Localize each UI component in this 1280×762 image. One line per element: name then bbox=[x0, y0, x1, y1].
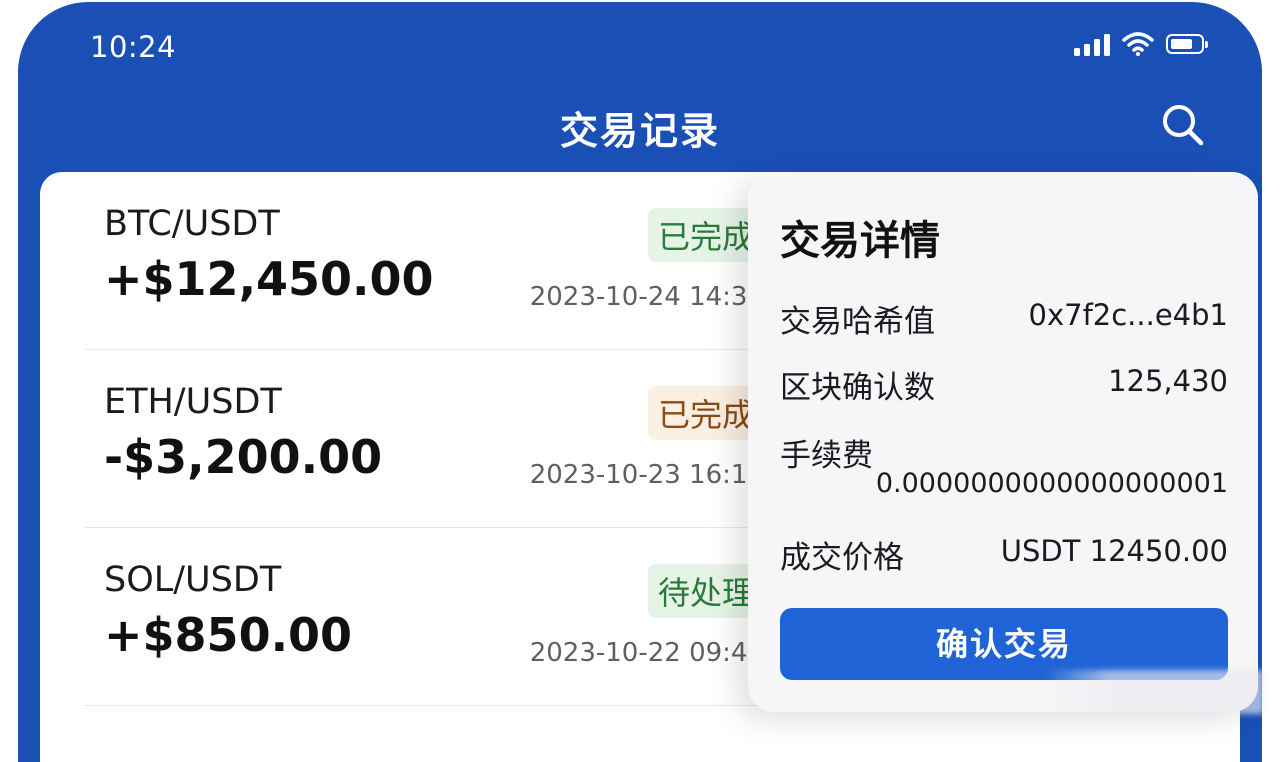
hash-row: 交易哈希值 0x7f2c...e4b1 bbox=[780, 296, 1228, 346]
amount: -$3,200.00 bbox=[104, 430, 382, 484]
amount: +$12,450.00 bbox=[104, 252, 434, 306]
status-bar: 10:24 bbox=[18, 2, 1262, 92]
price-label: 成交价格 bbox=[780, 532, 904, 577]
status-badge: 待处理 bbox=[648, 564, 764, 618]
list-item[interactable]: ETH/USDT -$3,200.00 已完成 2023-10-23 16:15 bbox=[84, 350, 784, 528]
detail-title: 交易详情 bbox=[780, 208, 940, 266]
trading-pair: ETH/USDT bbox=[104, 382, 282, 422]
timestamp: 2023-10-23 16:15 bbox=[530, 460, 764, 490]
hash-value: 0x7f2c...e4b1 bbox=[1029, 298, 1228, 332]
phone-screen: 10:24 交易记录 BTC bbox=[18, 2, 1262, 762]
transaction-detail-panel: 交易详情 交易哈希值 0x7f2c...e4b1 区块确认数 125,430 手… bbox=[748, 172, 1258, 712]
trading-pair: SOL/USDT bbox=[104, 560, 281, 600]
confirmations-value: 125,430 bbox=[1108, 364, 1228, 398]
trading-pair: BTC/USDT bbox=[104, 204, 280, 244]
amount: +$850.00 bbox=[104, 608, 352, 662]
status-icons bbox=[1074, 32, 1204, 56]
price-row: 成交价格 USDT 12450.00 bbox=[780, 532, 1228, 582]
watermark bbox=[1044, 670, 1264, 714]
confirmations-row: 区块确认数 125,430 bbox=[780, 362, 1228, 412]
status-badge: 已完成 bbox=[648, 208, 764, 262]
list-item[interactable]: BTC/USDT +$12,450.00 已完成 2023-10-24 14:3… bbox=[84, 172, 784, 350]
confirmations-label: 区块确认数 bbox=[780, 362, 935, 407]
signal-icon bbox=[1074, 32, 1110, 56]
status-time: 10:24 bbox=[90, 30, 176, 64]
hash-label: 交易哈希值 bbox=[780, 296, 935, 341]
fee-label: 手续费 bbox=[780, 430, 873, 475]
wifi-icon bbox=[1122, 32, 1154, 56]
page-title: 交易记录 bbox=[18, 100, 1262, 155]
list-item[interactable]: SOL/USDT +$850.00 待处理 2023-10-22 09:45 bbox=[84, 528, 784, 706]
timestamp: 2023-10-22 09:45 bbox=[530, 638, 764, 668]
fee-value: 0.0000000000000000001 bbox=[876, 468, 1228, 499]
status-badge: 已完成 bbox=[648, 386, 764, 440]
search-button[interactable] bbox=[1160, 102, 1206, 148]
search-icon bbox=[1160, 102, 1206, 148]
price-value: USDT 12450.00 bbox=[1001, 534, 1228, 568]
timestamp: 2023-10-24 14:30 bbox=[530, 282, 764, 312]
battery-icon bbox=[1166, 34, 1204, 54]
